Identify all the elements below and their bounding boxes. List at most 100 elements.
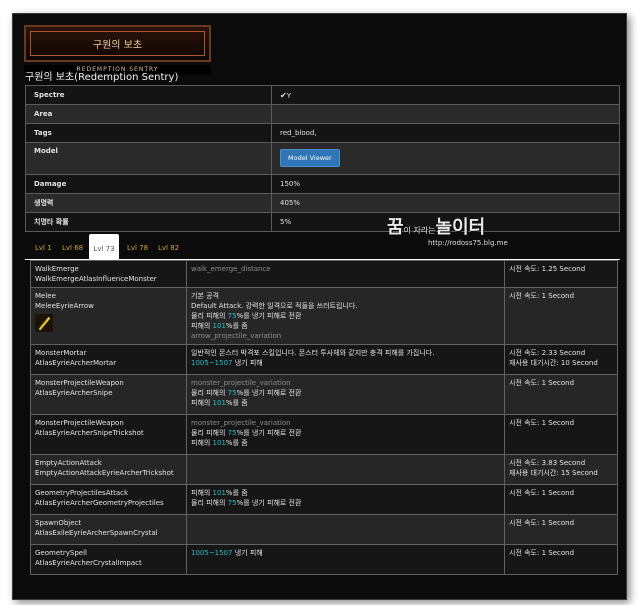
- info-key: Tags: [25, 123, 272, 143]
- info-row-damage: Damage 150%: [25, 174, 620, 194]
- skill-name: GeometryProjectilesAttack: [35, 489, 129, 497]
- skill-name: Melee: [35, 292, 56, 300]
- tab-lvl-82[interactable]: Lvl 82: [158, 244, 179, 252]
- tab-lvl-78[interactable]: Lvl 78: [127, 244, 148, 252]
- description-text: monster_projectile_variation: [191, 419, 291, 427]
- info-row-model: Model Model Viewer: [25, 142, 620, 175]
- skill-description-cell: monster_projectile_variation 물리 피해의 75%를 …: [186, 374, 505, 415]
- highlight-value: 75: [227, 429, 237, 437]
- description-text: 피해의: [191, 489, 213, 497]
- description-text: 피해의: [191, 322, 213, 330]
- info-key: Spectre: [25, 85, 272, 105]
- info-value: [271, 104, 620, 124]
- skill-name: MonsterProjectileWeapon: [35, 379, 124, 387]
- description-text: arrow_projectile_variation: [191, 332, 282, 340]
- info-key: Area: [25, 104, 272, 124]
- skill-stats-cell: 시전 속도: 1 Second: [504, 544, 618, 575]
- skill-name: SpawnObject: [35, 519, 82, 527]
- description-line: 물리 피해의 75%를 냉기 피해로 전환: [191, 498, 500, 508]
- skill-row: Melee MeleeEyrieArrow 기본 공격 Default Attack.…: [30, 287, 618, 345]
- info-value: 150%: [271, 174, 620, 194]
- description-text: %를 냉기 피해로 전환: [236, 499, 302, 507]
- description-line: 1005~1507 냉기 피해: [191, 358, 500, 368]
- content-frame: 구원의 보초 REDEMPTION SENTRY 구원의 보초(Redempti…: [12, 13, 627, 600]
- skill-id: AtlasEyrieArcherSnipeTrickshot: [35, 429, 144, 437]
- description-line: 물리 피해의 75%를 냉기 피해로 전환: [191, 428, 500, 438]
- skill-row: GeometryProjectilesAttack AtlasEyrieArche…: [30, 484, 618, 515]
- highlight-value: 1005~1507: [191, 359, 233, 367]
- skill-name-cell: WalkEmerge WalkEmergeAtlasInfluenceMonste…: [30, 260, 187, 288]
- skill-description-cell: 1005~1507 냉기 피해: [186, 544, 505, 575]
- level-tabs: Lvl 1 Lvl 68 Lvl 73 Lvl 78 Lvl 82: [25, 234, 620, 260]
- monster-banner: 구원의 보초: [24, 25, 211, 62]
- model-viewer-button[interactable]: Model Viewer: [280, 149, 340, 167]
- skill-id: AtlasEyrieArcherSnipe: [35, 389, 113, 397]
- skill-row: GeometrySpell AtlasEyrieArcherCrystalImpa…: [30, 544, 618, 575]
- skill-name-cell: EmptyActionAttack EmptyActionAttackEyrieA…: [30, 454, 187, 485]
- info-value: 405%: [271, 193, 620, 213]
- tab-lvl-68[interactable]: Lvl 68: [62, 244, 83, 252]
- skill-name-cell: MonsterProjectileWeapon AtlasEyrieArcherS…: [30, 414, 187, 455]
- skill-name: MonsterMortar: [35, 349, 87, 357]
- skill-name-cell: GeometrySpell AtlasEyrieArcherCrystalImpa…: [30, 544, 187, 575]
- description-text: 냉기 피해: [232, 359, 263, 367]
- skill-stat: 시전 속도: 1 Second: [509, 379, 575, 387]
- description-text: %를 냉기 피해로 전환: [236, 389, 302, 397]
- description-text: %를 냉기 피해로 전환: [236, 312, 302, 320]
- skill-name-cell: SpawnObject AtlasExileEyrieArcherSpawnCry…: [30, 514, 187, 545]
- description-line: monster_projectile_variation: [191, 378, 500, 388]
- info-row-spectre: Spectre ✔Y: [25, 85, 620, 105]
- skill-stat: 시전 속도: 1 Second: [509, 519, 575, 527]
- skill-id: AtlasEyrieArcherMortar: [35, 359, 117, 367]
- info-row-area: Area: [25, 104, 620, 124]
- info-row-life: 생명력 405%: [25, 193, 620, 213]
- skill-row: SpawnObject AtlasExileEyrieArcherSpawnCry…: [30, 514, 618, 545]
- description-line: 피해의 101%를 줌: [191, 321, 500, 331]
- tab-lvl-1[interactable]: Lvl 1: [35, 244, 52, 252]
- gold-feather-icon: [35, 314, 53, 332]
- skill-stats-cell: 시전 속도: 1 Second: [504, 484, 618, 515]
- info-value: Model Viewer: [271, 142, 620, 175]
- tab-lvl-73[interactable]: Lvl 73: [89, 234, 119, 260]
- description-text: 기본 공격: [191, 292, 219, 300]
- check-icon: ✔: [280, 90, 287, 100]
- description-text: %를 냉기 피해로 전환: [236, 429, 302, 437]
- page-title: 구원의 보초(Redemption Sentry): [25, 72, 179, 83]
- skill-id: WalkEmergeAtlasInfluenceMonster: [35, 275, 157, 283]
- skill-stats-cell: 시전 속도: 1.25 Second: [504, 260, 618, 288]
- skill-description-cell: walk_emerge_distance: [186, 260, 505, 288]
- highlight-value: 1005~1507: [191, 549, 233, 557]
- skill-id: MeleeEyrieArrow: [35, 302, 94, 310]
- skill-id: AtlasEyrieArcherCrystalImpact: [35, 559, 142, 567]
- highlight-value: 101: [212, 439, 226, 447]
- skill-name-cell: MonsterProjectileWeapon AtlasEyrieArcherS…: [30, 374, 187, 415]
- description-line: Default Attack. 강력한 일격으로 적들을 쓰러트립니다.: [191, 301, 500, 311]
- skill-stat: 시전 속도: 3.83 Second: [509, 459, 586, 467]
- description-line: walk_emerge_distance: [191, 264, 500, 274]
- skill-stats-cell: 시전 속도: 1 Second: [504, 374, 618, 415]
- highlight-value: 101: [212, 399, 226, 407]
- description-line: monster_projectile_variation: [191, 418, 500, 428]
- description-text: monster_projectile_variation: [191, 379, 291, 387]
- description-text: 물리 피해의: [191, 499, 228, 507]
- skill-row: WalkEmerge WalkEmergeAtlasInfluenceMonste…: [30, 260, 618, 288]
- description-text: 냉기 피해: [232, 549, 263, 557]
- description-text: Default Attack. 강력한 일격으로 적들을 쓰러트립니다.: [191, 302, 358, 310]
- skill-row: MonsterProjectileWeapon AtlasEyrieArcherS…: [30, 414, 618, 455]
- skill-description-cell: 일반적인 몬스터 박격포 스킬입니다. 몬스터 투사체와 같지만 충격 피해를 …: [186, 344, 505, 375]
- info-key: Model: [25, 142, 272, 175]
- description-line: 피해의 101%를 줌: [191, 438, 500, 448]
- skill-name: EmptyActionAttack: [35, 459, 102, 467]
- description-line: 피해의 101%를 줌: [191, 488, 500, 498]
- skills-table: WalkEmerge WalkEmergeAtlasInfluenceMonste…: [30, 260, 618, 575]
- banner-title: 구원의 보초: [92, 40, 143, 51]
- description-line: 물리 피해의 75%를 냉기 피해로 전환: [191, 311, 500, 321]
- skill-name-cell: Melee MeleeEyrieArrow: [30, 287, 187, 345]
- skill-stat: 시전 속도: 1 Second: [509, 292, 575, 300]
- skills-body: WalkEmerge WalkEmergeAtlasInfluenceMonste…: [30, 260, 618, 575]
- skill-stat: 시전 속도: 2.33 Second: [509, 349, 586, 357]
- highlight-value: 75: [227, 312, 237, 320]
- skill-row: EmptyActionAttack EmptyActionAttackEyrieA…: [30, 454, 618, 485]
- highlight-value: 101: [212, 489, 226, 497]
- description-line: 기본 공격: [191, 291, 500, 301]
